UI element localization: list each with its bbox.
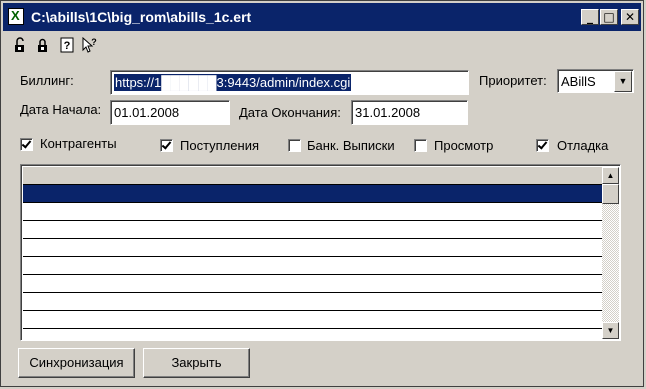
billing-label: Биллинг: <box>20 73 74 88</box>
table-row[interactable] <box>23 203 603 221</box>
lock-icon[interactable] <box>35 37 51 53</box>
svg-text:?: ? <box>91 37 97 47</box>
help-icon[interactable]: ? <box>59 37 75 53</box>
context-help-icon[interactable]: ? <box>81 37 97 53</box>
close-button[interactable]: ✕ <box>621 9 639 25</box>
debug-label: Отладка <box>557 138 609 153</box>
end-date-field[interactable]: 31.01.2008 <box>351 100 468 125</box>
preview-label: Просмотр <box>434 138 494 153</box>
excel-file-icon[interactable] <box>8 8 24 25</box>
close-dialog-button[interactable]: Закрыть <box>143 348 250 378</box>
scroll-thumb[interactable] <box>602 184 619 204</box>
title-bar[interactable]: C:\abills\1C\big_rom\abills_1c.ert _ □ ✕ <box>3 3 641 31</box>
contractors-label: Контрагенты <box>40 136 117 151</box>
svg-text:?: ? <box>64 40 71 52</box>
start-date-value: 01.01.2008 <box>114 105 180 120</box>
scroll-up-icon[interactable]: ▲ <box>602 167 619 184</box>
table-row[interactable] <box>23 275 603 293</box>
maximize-button[interactable]: □ <box>600 9 618 25</box>
data-grid[interactable]: ▲ ▼ <box>20 164 621 341</box>
priority-value: ABillS <box>561 74 596 89</box>
scroll-down-icon[interactable]: ▼ <box>602 322 619 339</box>
sync-button[interactable]: Синхронизация <box>18 348 135 378</box>
priority-label: Приоритет: <box>479 73 547 88</box>
grid-rows <box>23 185 603 329</box>
contractors-checkbox[interactable] <box>20 138 33 151</box>
priority-select[interactable]: ABillS ▼ <box>557 69 634 93</box>
table-row[interactable] <box>23 293 603 311</box>
app-window: C:\abills\1C\big_rom\abills_1c.ert _ □ ✕… <box>0 0 644 387</box>
receipts-checkbox[interactable] <box>160 139 173 152</box>
unlock-icon[interactable] <box>13 37 29 53</box>
start-date-label: Дата Начала: <box>20 102 102 117</box>
preview-checkbox[interactable] <box>414 139 427 152</box>
bank-statements-label: Банк. Выписки <box>307 138 395 153</box>
receipts-label: Поступления <box>180 138 260 153</box>
chevron-down-icon[interactable]: ▼ <box>614 71 632 92</box>
table-row[interactable] <box>23 185 603 203</box>
grid-header[interactable] <box>23 167 603 185</box>
debug-checkbox[interactable] <box>536 139 549 152</box>
billing-url-field[interactable]: https://1██████3:9443/admin/index.cgi <box>110 70 469 95</box>
end-date-value: 31.01.2008 <box>355 105 421 120</box>
table-row[interactable] <box>23 311 603 329</box>
window-title: C:\abills\1C\big_rom\abills_1c.ert <box>31 9 252 25</box>
end-date-label: Дата Окончания: <box>239 105 341 120</box>
table-row[interactable] <box>23 221 603 239</box>
billing-url-value: https://1██████3:9443/admin/index.cgi <box>114 74 352 91</box>
table-row[interactable] <box>23 239 603 257</box>
vertical-scrollbar[interactable]: ▲ ▼ <box>602 167 619 339</box>
minimize-button[interactable]: _ <box>581 9 599 25</box>
start-date-field[interactable]: 01.01.2008 <box>110 100 230 125</box>
table-row[interactable] <box>23 257 603 275</box>
bank-statements-checkbox[interactable] <box>288 139 301 152</box>
